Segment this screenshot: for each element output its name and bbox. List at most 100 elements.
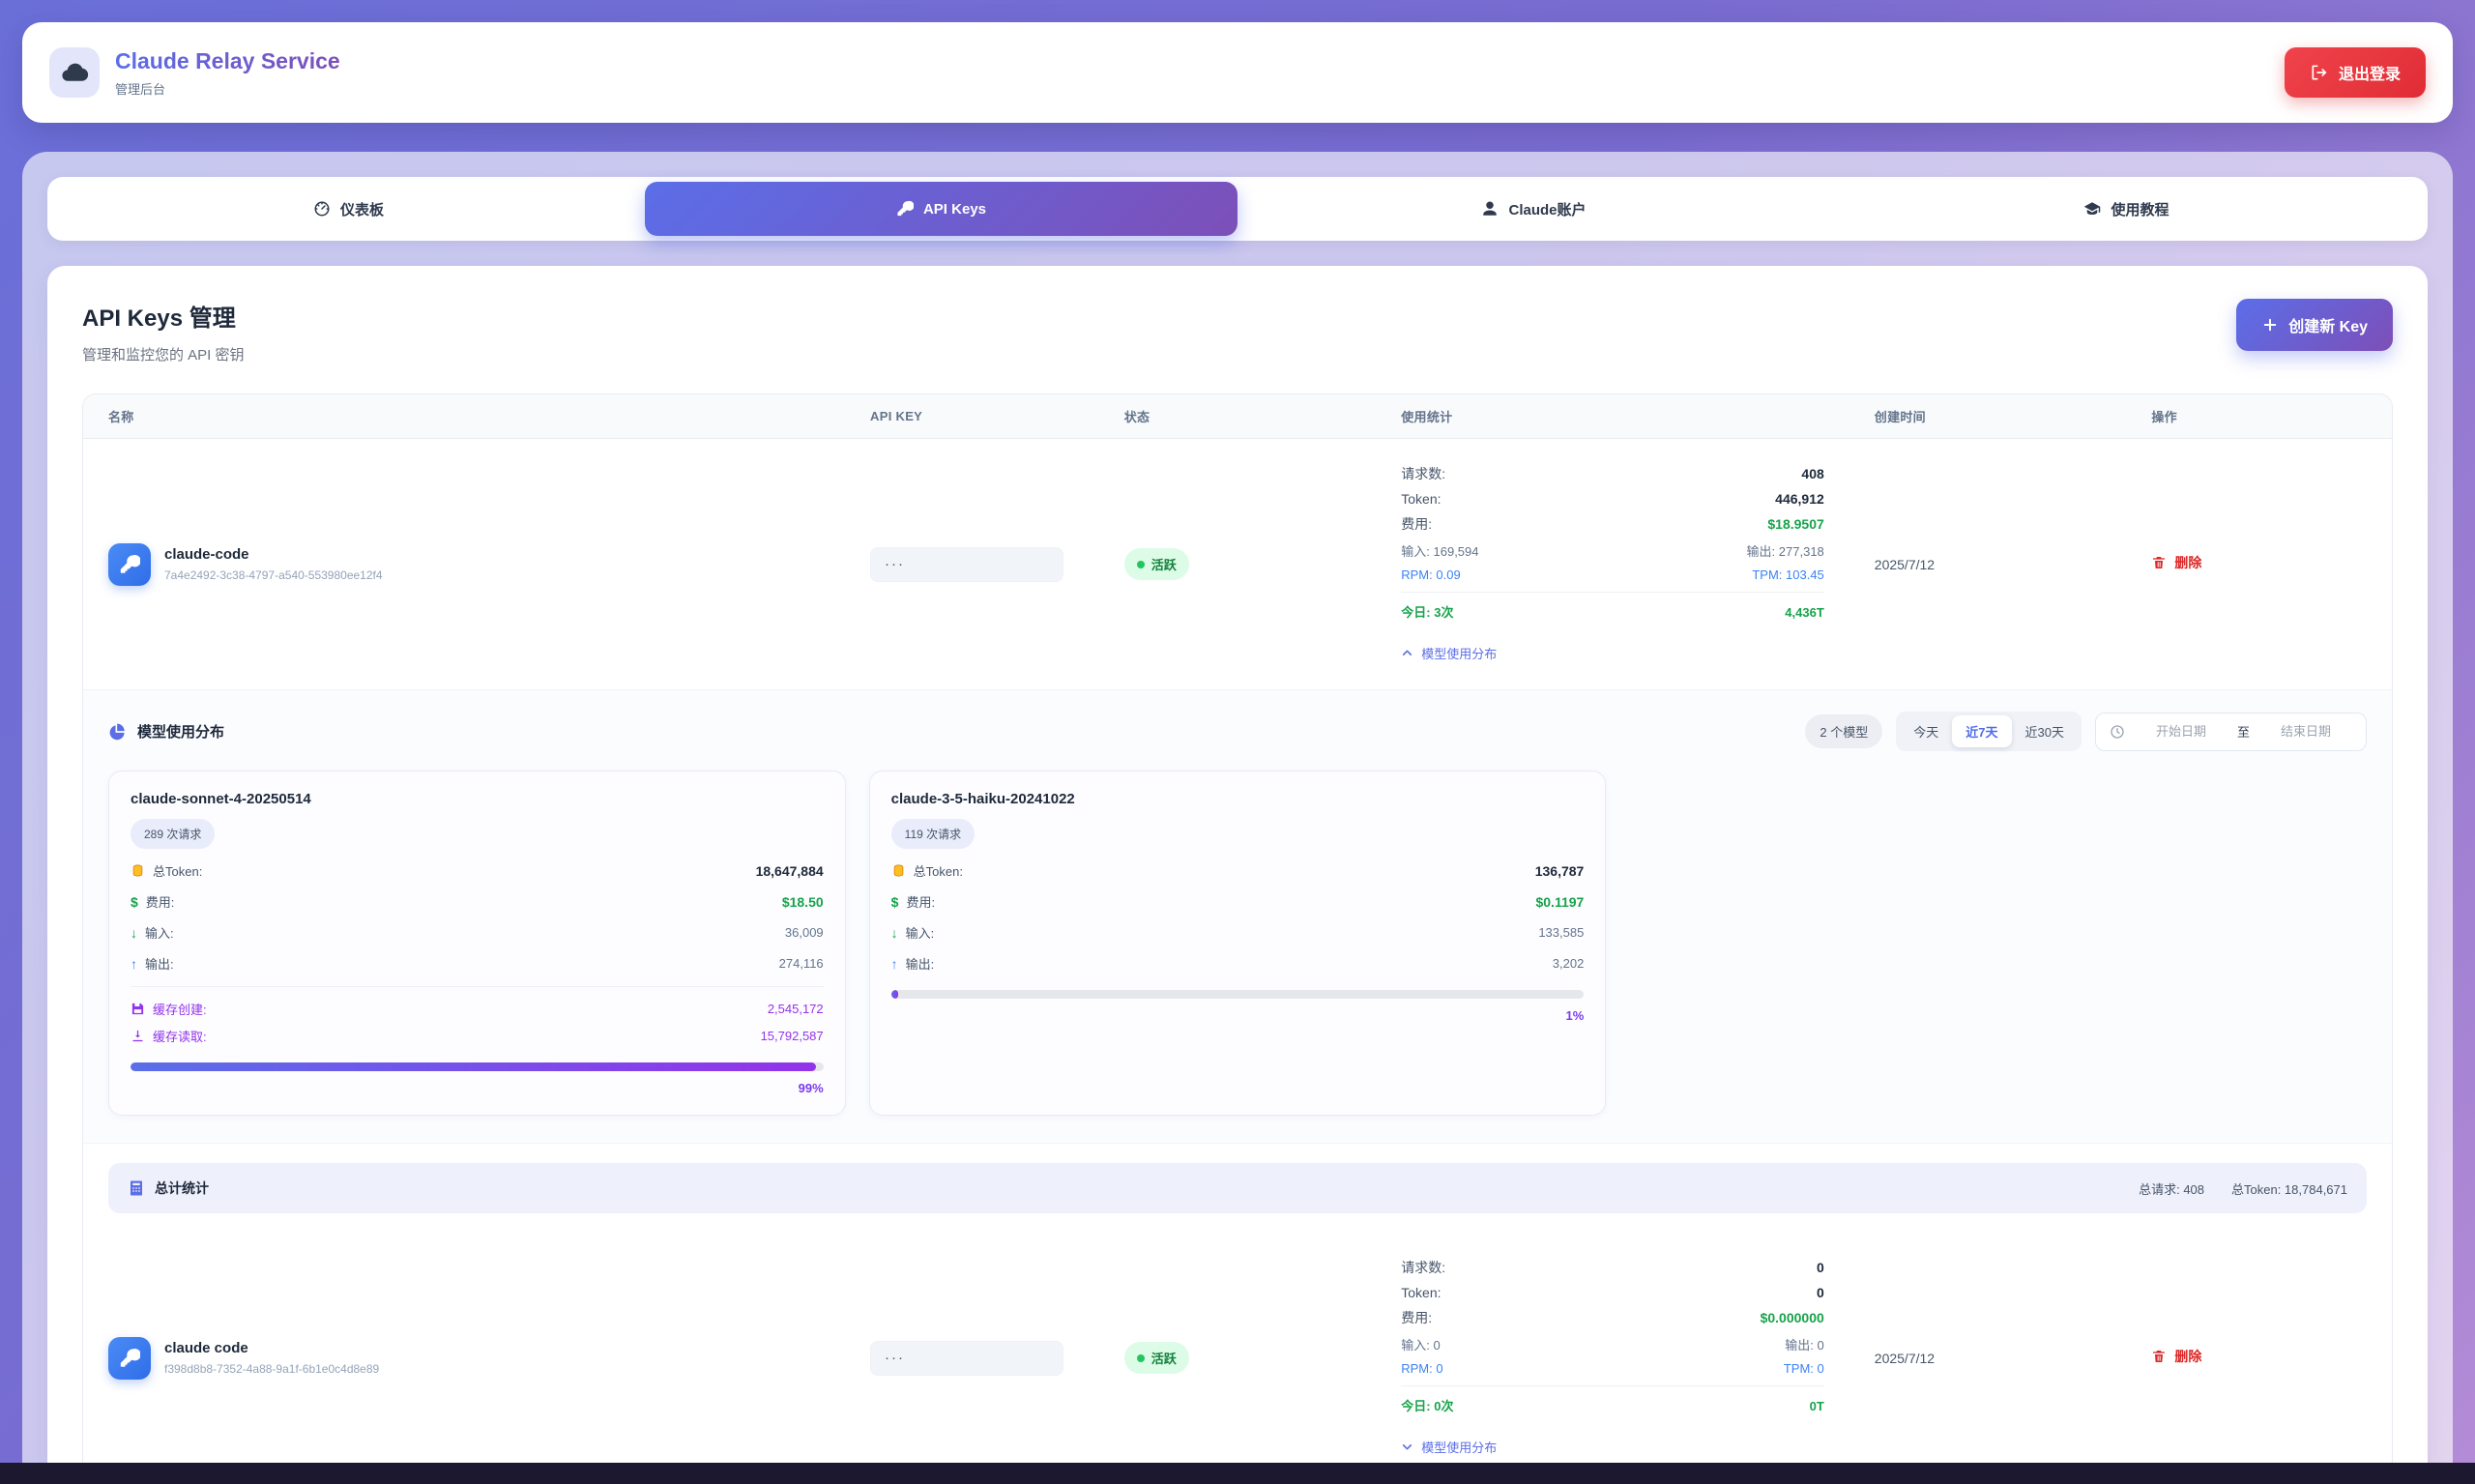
delete-button[interactable]: 删除 bbox=[2151, 553, 2201, 572]
app-title: Claude Relay Service bbox=[115, 48, 340, 74]
tab-label: Claude账户 bbox=[1508, 199, 1586, 219]
gauge-icon bbox=[313, 200, 331, 218]
model-output: 3,202 bbox=[1553, 956, 1585, 971]
app-header: Claude Relay Service 管理后台 退出登录 bbox=[22, 22, 2453, 123]
output-value: 277,318 bbox=[1779, 544, 1824, 559]
end-date-input[interactable] bbox=[2259, 724, 2352, 739]
logout-icon bbox=[2310, 63, 2329, 82]
model-distribution-section: 模型使用分布 2 个模型 今天 近7天 近30天 bbox=[83, 690, 2392, 1144]
model-count-badge: 2 个模型 bbox=[1805, 714, 1882, 748]
download-icon bbox=[131, 1029, 145, 1043]
model-card: claude-sonnet-4-20250514 289 次请求 总Token:… bbox=[108, 771, 846, 1116]
arrow-up-icon: ↑ bbox=[891, 956, 898, 972]
model-total-token: 136,787 bbox=[1535, 863, 1585, 879]
tab-tutorial[interactable]: 使用教程 bbox=[1830, 182, 2423, 236]
create-key-button[interactable]: 创建新 Key bbox=[2236, 299, 2393, 351]
col-name: 名称 bbox=[83, 407, 845, 425]
today-requests: 3次 bbox=[1434, 605, 1453, 620]
usage-progress-bar bbox=[891, 990, 1585, 999]
tpm-value: 103.45 bbox=[1786, 567, 1824, 582]
start-date-input[interactable] bbox=[2135, 724, 2228, 739]
status-badge: 活跃 bbox=[1124, 1342, 1189, 1374]
model-output: 274,116 bbox=[779, 956, 824, 971]
requests-value: 0 bbox=[1817, 1260, 1824, 1275]
model-card: claude-3-5-haiku-20241022 119 次请求 总Token… bbox=[869, 771, 1607, 1116]
model-dist-toggle[interactable]: 模型使用分布 bbox=[1401, 1438, 1497, 1456]
col-status: 状态 bbox=[1099, 407, 1377, 425]
model-input: 36,009 bbox=[785, 925, 824, 940]
tab-claude-account[interactable]: Claude账户 bbox=[1238, 182, 1830, 236]
user-icon bbox=[1481, 200, 1499, 218]
tokens-value: 0 bbox=[1817, 1285, 1824, 1300]
key-icon bbox=[119, 1348, 140, 1369]
tab-label: 使用教程 bbox=[2111, 199, 2169, 219]
filter-today[interactable]: 今天 bbox=[1900, 715, 1952, 747]
tab-api-keys[interactable]: API Keys bbox=[645, 182, 1238, 236]
model-requests-badge: 289 次请求 bbox=[131, 819, 215, 849]
arrow-down-icon: ↓ bbox=[131, 925, 137, 941]
delete-button[interactable]: 删除 bbox=[2151, 1347, 2201, 1366]
floppy-icon bbox=[131, 1002, 145, 1016]
section-title: 模型使用分布 bbox=[137, 721, 224, 742]
chevron-up-icon bbox=[1401, 647, 1413, 659]
page-title: API Keys 管理 bbox=[82, 299, 245, 333]
status-dot bbox=[1137, 1354, 1145, 1362]
time-filter: 今天 近7天 近30天 bbox=[1896, 712, 2082, 751]
date-range-picker: 至 bbox=[2095, 713, 2367, 751]
today-tokens: 4,436T bbox=[1785, 605, 1823, 620]
usage-stats: 请求数:0 Token:0 费用:$0.000000 输入: 0输出: 0 RP… bbox=[1376, 1258, 1849, 1458]
totals-title: 总计统计 bbox=[155, 1178, 209, 1198]
dollar-icon: $ bbox=[891, 894, 899, 910]
filter-30days[interactable]: 近30天 bbox=[2012, 715, 2078, 747]
trash-icon bbox=[2151, 1349, 2167, 1364]
tab-dashboard[interactable]: 仪表板 bbox=[52, 182, 645, 236]
model-cost: $18.50 bbox=[782, 894, 824, 910]
model-requests-badge: 119 次请求 bbox=[891, 819, 975, 849]
pie-chart-icon bbox=[108, 722, 128, 742]
usage-percent: 99% bbox=[131, 1081, 824, 1095]
table-header: 名称 API KEY 状态 使用统计 创建时间 操作 bbox=[83, 394, 2392, 439]
input-value: 169,594 bbox=[1434, 544, 1479, 559]
created-date: 2025/7/12 bbox=[1849, 557, 2127, 572]
status-dot bbox=[1137, 561, 1145, 568]
main-container: 仪表板 API Keys Claude账户 使用教程 API Keys 管理 管… bbox=[22, 152, 2453, 1484]
output-value: 0 bbox=[1818, 1338, 1824, 1353]
rpm-value: 0.09 bbox=[1436, 567, 1460, 582]
model-cost: $0.1197 bbox=[1535, 894, 1584, 910]
app-subtitle: 管理后台 bbox=[115, 79, 340, 98]
usage-percent: 1% bbox=[891, 1008, 1585, 1023]
model-name: claude-3-5-haiku-20241022 bbox=[891, 791, 1585, 807]
key-icon bbox=[119, 554, 140, 575]
totals-bar: 总计统计 总请求: 408 总Token: 18,784,671 bbox=[108, 1163, 2367, 1213]
filter-7days[interactable]: 近7天 bbox=[1952, 715, 2011, 747]
col-created: 创建时间 bbox=[1849, 407, 2127, 425]
tokens-value: 446,912 bbox=[1775, 491, 1824, 507]
trash-icon bbox=[2151, 555, 2167, 570]
key-id: 7a4e2492-3c38-4797-a540-553980ee12f4 bbox=[164, 568, 383, 582]
table-row: claude-code 7a4e2492-3c38-4797-a540-5539… bbox=[83, 439, 2392, 690]
model-input: 133,585 bbox=[1538, 925, 1584, 940]
key-icon bbox=[896, 200, 914, 218]
tab-bar: 仪表板 API Keys Claude账户 使用教程 bbox=[47, 177, 2428, 241]
usage-stats: 请求数:408 Token:446,912 费用:$18.9507 输入: 16… bbox=[1376, 464, 1849, 664]
api-keys-table: 名称 API KEY 状态 使用统计 创建时间 操作 claude-code bbox=[82, 393, 2393, 1484]
window-bottom-edge bbox=[0, 1463, 2475, 1484]
today-requests: 0次 bbox=[1434, 1399, 1453, 1413]
arrow-down-icon: ↓ bbox=[891, 925, 898, 941]
model-dist-toggle[interactable]: 模型使用分布 bbox=[1401, 644, 1497, 662]
cache-create-value: 2,545,172 bbox=[768, 1002, 824, 1016]
key-name: claude code bbox=[164, 1340, 379, 1356]
api-key-masked[interactable]: ··· bbox=[870, 1341, 1063, 1376]
requests-value: 408 bbox=[1801, 466, 1823, 481]
graduation-cap-icon bbox=[2083, 200, 2101, 218]
tab-label: 仪表板 bbox=[340, 199, 384, 219]
col-usage: 使用统计 bbox=[1376, 407, 1849, 425]
tab-label: API Keys bbox=[923, 201, 986, 218]
api-key-masked[interactable]: ··· bbox=[870, 547, 1063, 582]
create-key-label: 创建新 Key bbox=[2288, 313, 2368, 336]
logout-button[interactable]: 退出登录 bbox=[2285, 47, 2426, 98]
cost-value: $0.000000 bbox=[1761, 1310, 1824, 1325]
plus-icon bbox=[2261, 316, 2279, 334]
cost-value: $18.9507 bbox=[1767, 516, 1823, 532]
coins-icon bbox=[131, 863, 145, 878]
